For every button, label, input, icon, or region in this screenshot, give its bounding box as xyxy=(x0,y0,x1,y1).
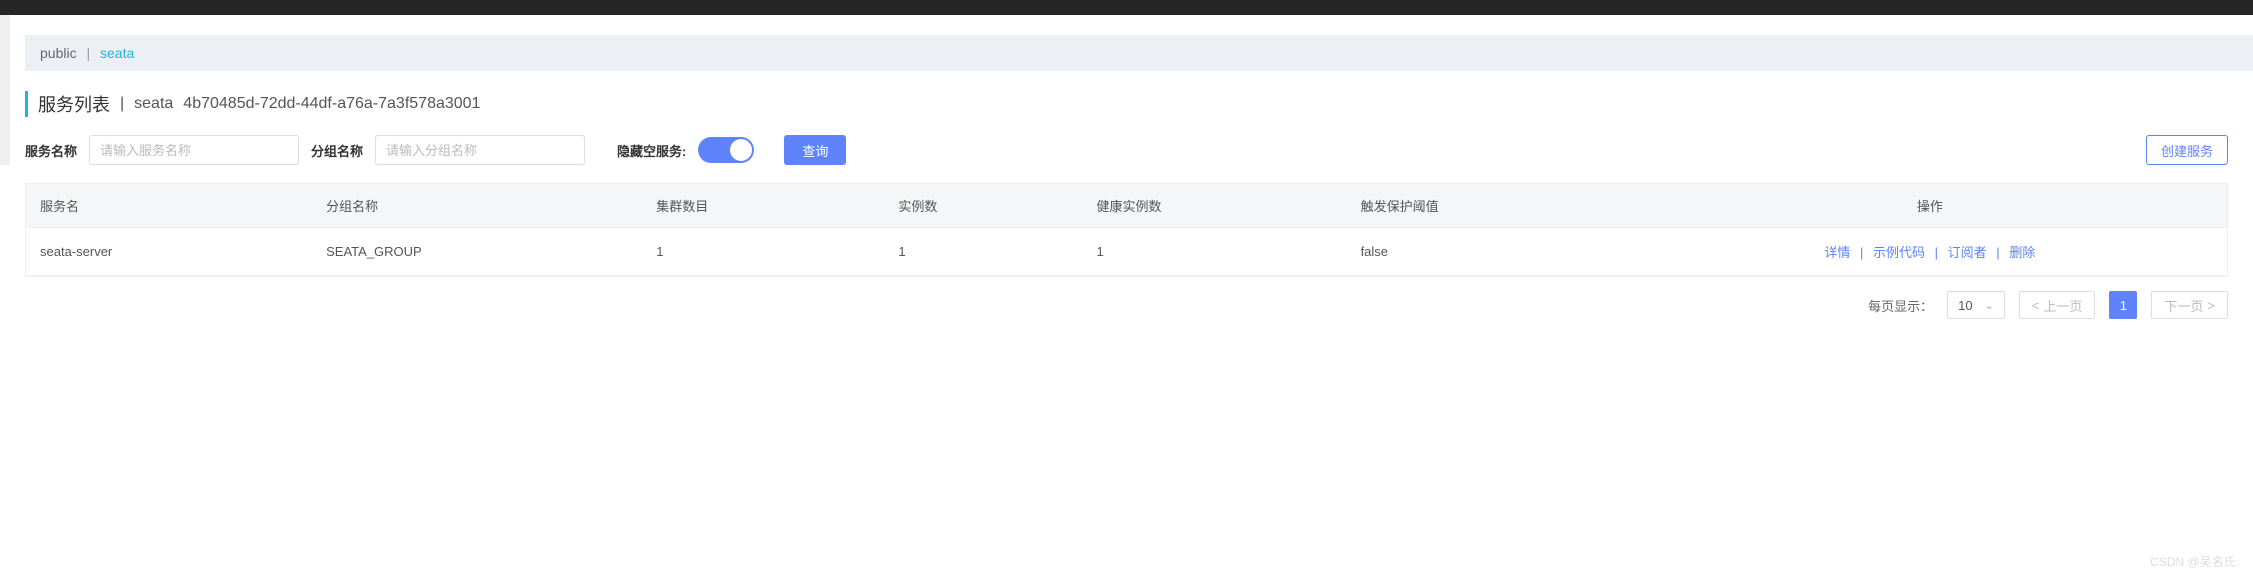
page-title-ns: seata xyxy=(134,95,173,113)
watermark: CSDN @吴名氏. xyxy=(2150,553,2239,570)
pager: 每页显示： 10 ⌄ < 上一页 1 下一页 > xyxy=(25,291,2228,319)
cell-cluster: 1 xyxy=(642,228,884,276)
prev-page-button[interactable]: < 上一页 xyxy=(2019,291,2096,319)
page-number-current[interactable]: 1 xyxy=(2109,291,2137,319)
op-subscriber[interactable]: 订阅者 xyxy=(1948,245,1987,260)
chevron-right-icon: > xyxy=(2207,298,2215,313)
group-name-input[interactable] xyxy=(375,135,585,165)
th-threshold: 触发保护阈值 xyxy=(1347,184,1633,228)
th-cluster: 集群数目 xyxy=(642,184,884,228)
op-sample[interactable]: 示例代码 xyxy=(1873,245,1925,260)
namespace-bar: public | seata xyxy=(25,35,2253,71)
page-title-ns-id: 4b70485d-72dd-44df-a76a-7a3f578a3001 xyxy=(183,95,480,113)
group-name-label: 分组名称 xyxy=(311,141,363,160)
next-label: 下一页 xyxy=(2164,296,2203,315)
op-sep: | xyxy=(1860,245,1863,260)
namespace-public[interactable]: public xyxy=(40,45,77,61)
table-header-row: 服务名 分组名称 集群数目 实例数 健康实例数 触发保护阈值 操作 xyxy=(26,184,2227,228)
cell-healthy: 1 xyxy=(1082,228,1346,276)
service-name-label: 服务名称 xyxy=(25,141,77,160)
th-instance: 实例数 xyxy=(884,184,1082,228)
next-page-button[interactable]: 下一页 > xyxy=(2151,291,2228,319)
cell-ops: 详情 | 示例代码 | 订阅者 | 删除 xyxy=(1633,228,2227,276)
per-page-label: 每页显示： xyxy=(1868,296,1933,315)
chevron-down-icon: ⌄ xyxy=(1985,299,1994,312)
per-page-value: 10 xyxy=(1958,298,1972,313)
page-title: 服务列表 | seata 4b70485d-72dd-44df-a76a-7a3… xyxy=(25,91,2253,117)
chevron-left-icon: < xyxy=(2032,298,2040,313)
op-detail[interactable]: 详情 xyxy=(1824,245,1850,260)
th-ops: 操作 xyxy=(1633,184,2227,228)
namespace-active[interactable]: seata xyxy=(100,45,134,61)
th-healthy: 健康实例数 xyxy=(1082,184,1346,228)
cell-name: seata-server xyxy=(26,228,312,276)
table-row: seata-server SEATA_GROUP 1 1 1 false 详情 … xyxy=(26,228,2227,276)
hide-empty-label: 隐藏空服务: xyxy=(617,141,686,160)
cell-instance: 1 xyxy=(884,228,1082,276)
op-sep: | xyxy=(1996,245,1999,260)
separator: | xyxy=(86,45,90,61)
filter-row: 服务名称 分组名称 隐藏空服务: 查询 创建服务 xyxy=(25,135,2253,165)
top-bar xyxy=(0,0,2253,15)
create-service-button[interactable]: 创建服务 xyxy=(2146,135,2228,165)
op-delete[interactable]: 删除 xyxy=(2009,245,2035,260)
op-sep: | xyxy=(1935,245,1938,260)
sidebar-collapsed xyxy=(0,15,10,165)
per-page-select[interactable]: 10 ⌄ xyxy=(1947,291,2005,319)
service-table: 服务名 分组名称 集群数目 实例数 健康实例数 触发保护阈值 操作 seata-… xyxy=(25,183,2228,277)
th-group: 分组名称 xyxy=(312,184,642,228)
query-button[interactable]: 查询 xyxy=(784,135,846,165)
service-name-input[interactable] xyxy=(89,135,299,165)
prev-label: 上一页 xyxy=(2043,296,2082,315)
toggle-knob xyxy=(730,139,752,161)
hide-empty-toggle[interactable] xyxy=(698,137,754,163)
page-title-sep: | xyxy=(120,95,124,113)
cell-group: SEATA_GROUP xyxy=(312,228,642,276)
page-title-main: 服务列表 xyxy=(38,91,110,117)
th-name: 服务名 xyxy=(26,184,312,228)
cell-threshold: false xyxy=(1347,228,1633,276)
